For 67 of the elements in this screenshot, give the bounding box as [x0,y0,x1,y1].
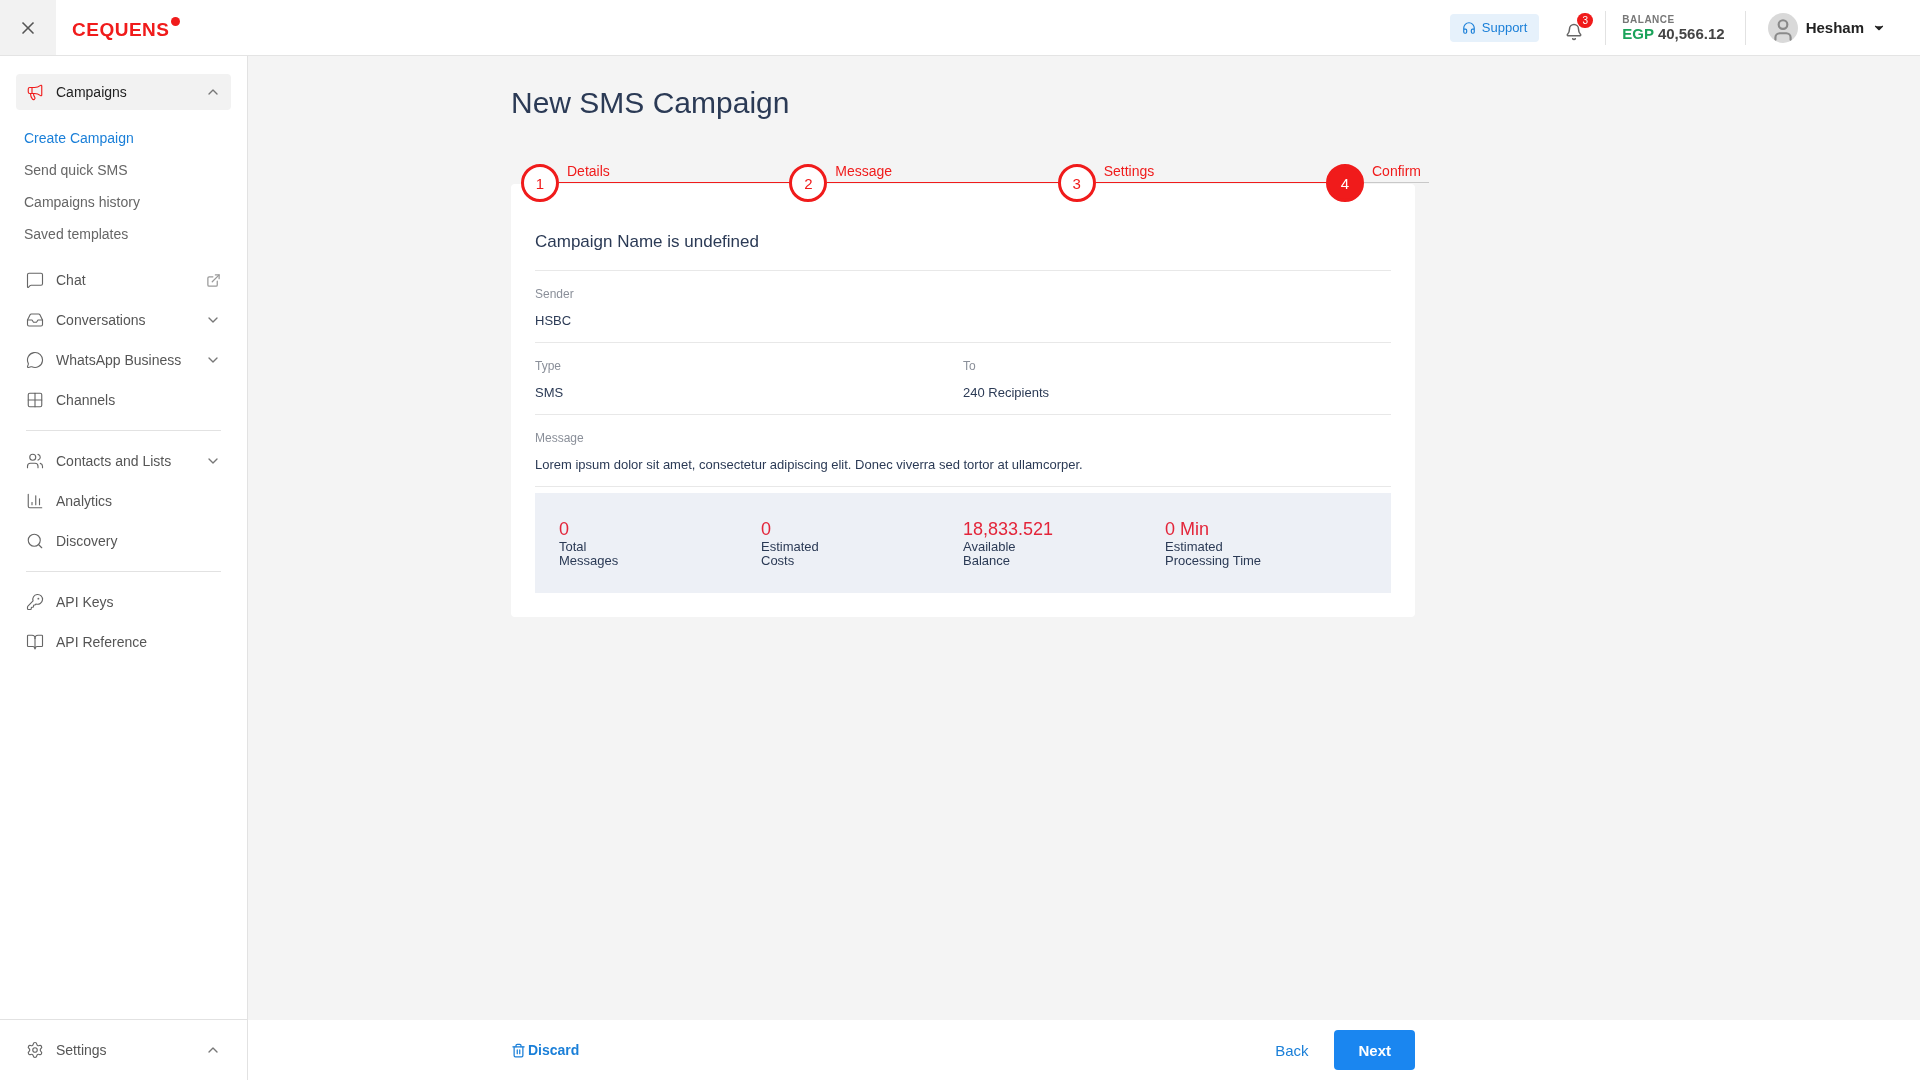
sidebar-item[interactable]: Analytics [16,483,231,519]
logo: CEQUENS [72,14,181,41]
chat-bubble-icon [26,271,44,289]
balance-value: EGP 40,566.12 [1622,24,1725,42]
page-title: New SMS Campaign [511,86,791,120]
support-button[interactable]: Support [1449,13,1540,42]
inbox-icon [26,311,44,329]
field-label: Sender [535,287,575,301]
field-label: Message [535,431,585,445]
submenu-item[interactable]: Campaigns history [24,186,231,218]
notification-badge: 3 [1577,12,1594,28]
submenu-item[interactable]: Create Campaign [24,122,231,154]
back-button[interactable]: Back [1269,1040,1315,1060]
step-number[interactable]: 2 [789,164,828,202]
sidebar-item[interactable]: Conversations [16,302,231,338]
sidebar-item[interactable]: API Keys [16,584,231,620]
sidebar-item[interactable]: Chat [16,262,231,298]
search-icon [26,532,44,550]
sidebar-item[interactable]: API Reference [16,624,231,660]
grid-icon [26,391,44,409]
sidebar-item[interactable]: Contacts and Lists [16,443,231,479]
balance-label: BALANCE [1622,13,1676,25]
sidebar-item[interactable]: WhatsApp Business [16,342,231,378]
avatar [1767,12,1798,43]
field-label: To [963,359,977,373]
step-number[interactable]: 1 [521,164,559,202]
step-label[interactable]: Details [567,163,610,179]
stat-value: 18,833.521 [963,519,1055,540]
trash-icon [511,1042,526,1058]
users-icon [26,452,44,470]
field-value: SMS [535,385,565,400]
bar-chart-icon [26,492,44,510]
field-value: HSBC [535,313,573,328]
bell-icon [1565,22,1584,41]
submenu-item[interactable]: Send quick SMS [24,154,231,186]
field-value: Lorem ipsum dolor sit amet, consectetur adipiscing elit. Donec viverra sed tortor at ullamcorper. [535,457,1084,472]
user-menu[interactable]: Hesham [1761,11,1892,44]
stat-value: 0 Min [1165,519,1210,540]
sidebar-item[interactable]: Discovery [16,523,231,559]
submenu-item[interactable]: Saved templates [24,218,231,250]
sidebar-item[interactable]: Campaigns [16,74,231,110]
stat-label: Estimated Processing Time [1165,540,1263,568]
field-value: 240 Recipients [963,385,1050,400]
discard-button[interactable]: Discard [511,1042,580,1058]
stat-label: Estimated Costs [761,540,820,568]
field-label: Type [535,359,562,373]
sidebar-item[interactable]: Channels [16,382,231,418]
settings-icon [26,1041,44,1059]
step-number[interactable]: 3 [1057,164,1096,202]
stat-label: Available Balance [963,540,1017,568]
stat-label: Total Messages [559,540,620,568]
step-label[interactable]: Message [835,163,893,179]
step-label[interactable]: Settings [1103,163,1155,179]
key-icon [26,593,44,611]
close-button[interactable] [0,0,56,55]
stat-value: 0 [559,519,570,540]
campaign-name: Campaign Name is undefined [535,232,1391,271]
next-button[interactable]: Next [1334,1030,1415,1070]
step-label[interactable]: Confirm [1372,163,1421,179]
notifications-button[interactable]: 3 [1563,12,1594,43]
megaphone-icon [26,83,44,101]
stat-value: 0 [761,519,772,540]
headset-icon [1461,20,1476,35]
external-link-icon [206,272,221,288]
step-number[interactable]: 4 [1326,164,1364,202]
book-icon [26,633,44,651]
settings-item[interactable]: Settings [16,1032,231,1068]
